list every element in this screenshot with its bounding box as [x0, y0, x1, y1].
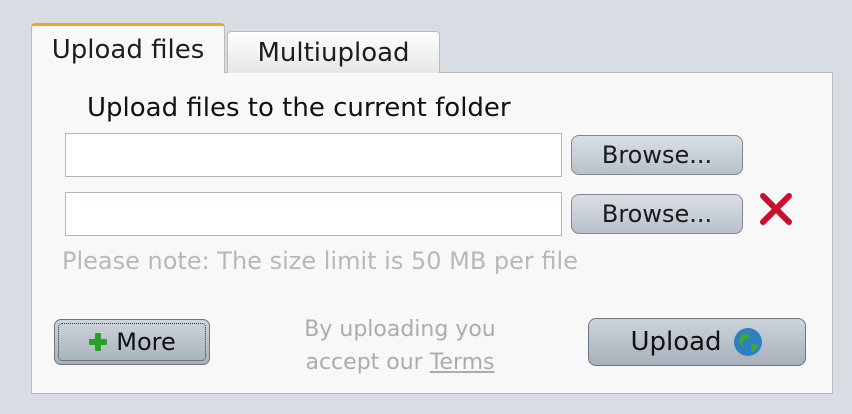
- terms-prefix: accept our: [305, 350, 430, 375]
- upload-button-label: Upload: [630, 327, 722, 357]
- panel-heading: Upload files to the current folder: [87, 93, 511, 123]
- close-x-icon[interactable]: [756, 189, 796, 229]
- more-button[interactable]: More: [54, 319, 210, 365]
- browse-button-2-label: Browse...: [601, 200, 713, 228]
- browse-button-1-label: Browse...: [601, 141, 713, 169]
- tab-multiupload[interactable]: Multiupload: [227, 31, 440, 73]
- upload-panel: Upload files to the current folder Brows…: [31, 72, 833, 394]
- upload-button[interactable]: Upload: [588, 318, 806, 366]
- terms-line-2: accept our Terms: [270, 346, 530, 379]
- terms-link[interactable]: Terms: [430, 350, 495, 375]
- globe-icon: [733, 328, 762, 356]
- size-limit-note: Please note: The size limit is 50 MB per…: [62, 247, 578, 275]
- plus-icon: [89, 333, 108, 351]
- browse-button-1[interactable]: Browse...: [571, 135, 743, 175]
- terms-line-1: By uploading you: [304, 317, 496, 342]
- tab-upload-files[interactable]: Upload files: [31, 23, 225, 73]
- file-input-2[interactable]: [65, 192, 562, 236]
- browse-button-2[interactable]: Browse...: [571, 194, 743, 234]
- more-button-label: More: [116, 328, 176, 356]
- tab-multiupload-label: Multiupload: [257, 37, 410, 68]
- terms-notice: By uploading you accept our Terms: [270, 313, 530, 379]
- tab-upload-files-label: Upload files: [51, 34, 205, 65]
- file-input-1[interactable]: [65, 133, 562, 177]
